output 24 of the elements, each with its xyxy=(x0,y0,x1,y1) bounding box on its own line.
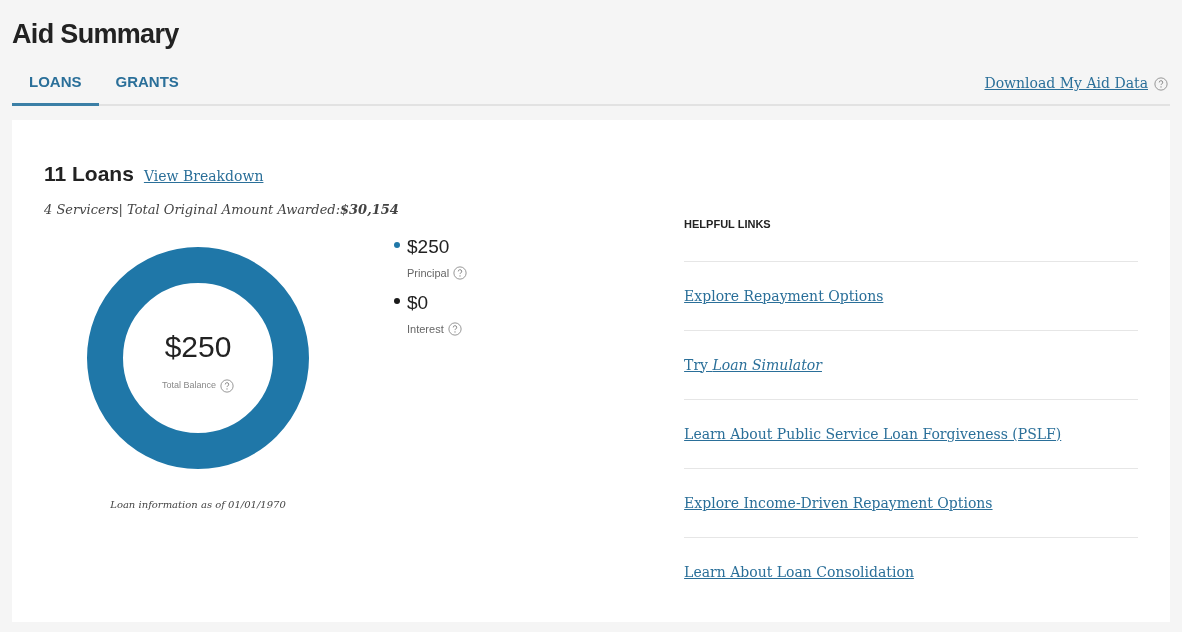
help-icon[interactable] xyxy=(220,378,234,393)
loan-info-date: Loan information as of 01/01/1970 xyxy=(110,498,286,512)
helpful-link[interactable]: Try Loan Simulator xyxy=(684,356,822,373)
legend-label: Interest xyxy=(407,321,444,337)
total-balance-amount: $250 xyxy=(164,328,232,365)
helpful-links-heading: HELPFUL LINKS xyxy=(684,216,1138,262)
help-icon[interactable] xyxy=(453,265,468,280)
help-icon[interactable] xyxy=(447,321,462,336)
help-icon[interactable] xyxy=(1154,76,1168,91)
total-balance-label: Total Balance xyxy=(161,378,216,392)
helpful-link[interactable]: Explore Repayment Options xyxy=(684,287,884,304)
helpful-link[interactable]: Learn About Loan Consolidation xyxy=(684,563,914,580)
download-link[interactable]: Download My Aid Data xyxy=(984,73,1148,94)
tab[interactable]: GRANTS xyxy=(98,70,196,106)
view-breakdown-link[interactable]: View Breakdown xyxy=(143,166,264,187)
loans-subtitle: 4 Servicers| Total Original Amount Awarded:$30,154 xyxy=(44,200,400,219)
legend-label: Principal xyxy=(407,265,450,281)
page-title: Aid Summary xyxy=(12,18,180,51)
helpful-link[interactable]: Explore Income-Driven Repayment Options xyxy=(684,494,993,511)
loans-heading: 11 Loans xyxy=(44,161,134,187)
legend-amount: $250 xyxy=(407,235,451,259)
helpful-link[interactable]: Learn About Public Service Loan Forgiveness (PSLF) xyxy=(684,425,1062,442)
legend-amount: $0 xyxy=(407,291,430,315)
tab[interactable]: LOANS xyxy=(12,70,99,106)
